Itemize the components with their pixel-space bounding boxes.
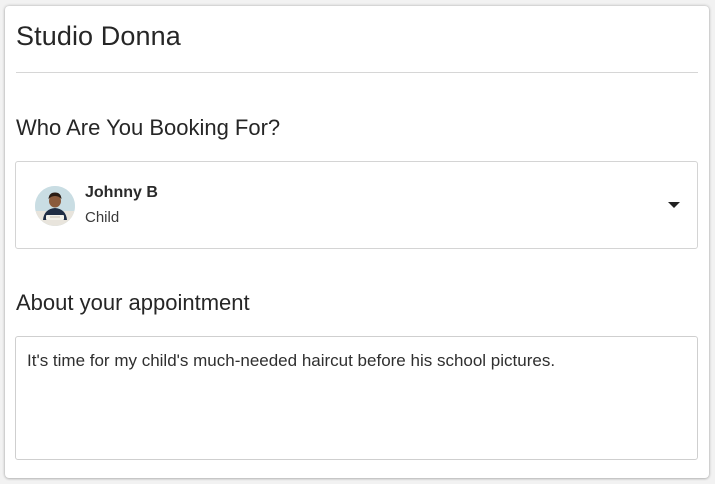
client-relation: Child <box>85 209 120 226</box>
client-name: Johnny B <box>85 184 158 201</box>
about-appointment-heading: About your appointment <box>16 290 250 315</box>
header-divider <box>16 72 698 73</box>
child-photo-avatar-icon <box>35 186 75 226</box>
avatar <box>35 186 75 226</box>
booking-card: Studio Donna Who Are You Booking For? Jo… <box>5 6 709 478</box>
booking-for-heading: Who Are You Booking For? <box>16 115 281 140</box>
client-select-dropdown[interactable]: Johnny B Child <box>15 161 698 249</box>
appointment-notes-textarea[interactable]: It's time for my child's much-needed hai… <box>15 336 698 460</box>
studio-title: Studio Donna <box>16 21 181 51</box>
caret-down-icon[interactable] <box>668 202 680 208</box>
